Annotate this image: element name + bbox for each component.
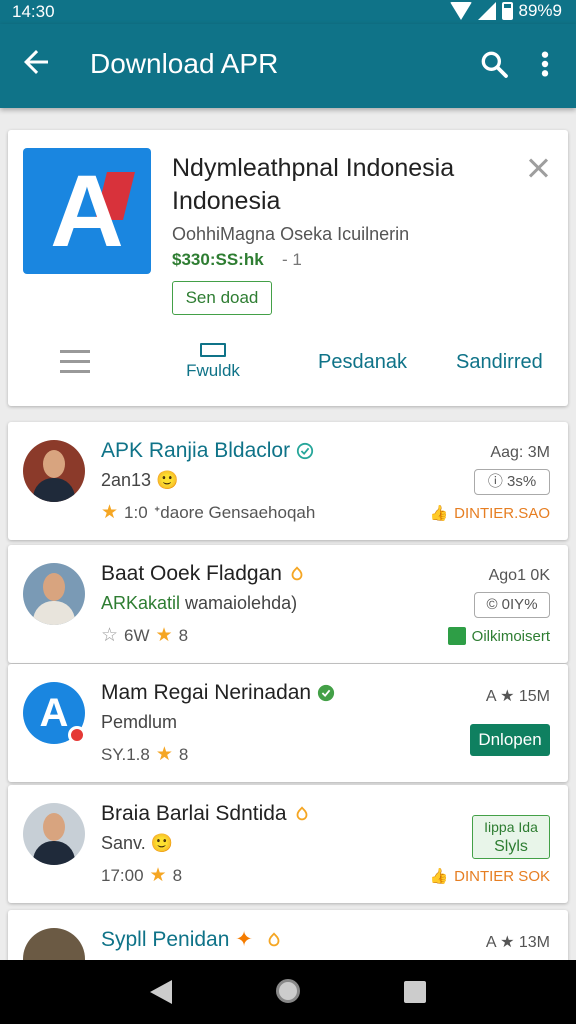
item-title: Braia Barlai Sdntida [101, 802, 311, 826]
item-subtitle: 2an13 🙂 [101, 470, 179, 490]
check-box-icon [447, 627, 466, 645]
star-icon: ★ [155, 625, 173, 646]
nav-recents-icon[interactable] [404, 981, 426, 1003]
verified-icon [296, 443, 314, 460]
search-icon[interactable] [478, 48, 510, 80]
status-bar: 14:30 89%9 [0, 0, 576, 24]
sparkle-icon: ✦ [235, 928, 253, 951]
battery-icon [501, 2, 513, 20]
menu-icon[interactable] [60, 350, 90, 376]
thumb-icon: 👍 [429, 505, 449, 522]
app-logo-icon: A [23, 148, 151, 274]
avatar [23, 563, 85, 625]
item-meta: ☆ 6W ★ 8 [101, 625, 189, 646]
star-outline-icon: ☆ [101, 625, 119, 646]
avatar: A [23, 682, 86, 744]
percent-badge: ⓘ 3s% [474, 469, 550, 495]
nav-home-icon[interactable] [276, 979, 300, 1003]
item-size: A ★ 13M [485, 934, 550, 951]
page-title: Download APR [90, 48, 279, 79]
item-action[interactable]: 👍 DINTIER SOK [429, 867, 550, 886]
star-icon: ★ [149, 865, 167, 886]
app-name: Ndymleathpnal Indonesia Indonesia [172, 154, 455, 215]
tab-document-label: Fwuldk [186, 361, 240, 380]
item-meta: SY.1.8 ★ 8 [101, 744, 189, 765]
app-price-suffix: - 1 [282, 250, 302, 269]
send-download-button[interactable]: Sen doad [172, 281, 272, 315]
emoji-icon: 🙂 [156, 470, 179, 490]
list-item[interactable]: APK Ranjia Bldaclor 2an13 🙂 ★ 1:0 ᐩdaore… [8, 422, 568, 540]
list-item[interactable]: Braia Barlai Sdntida Sanv. 🙂 17:00 ★ 8 I… [8, 785, 568, 903]
item-subtitle: Sanv. 🙂 [101, 833, 174, 853]
verified-icon [318, 685, 335, 702]
pair-button[interactable]: Iippa Ida Slyls [472, 815, 550, 859]
avatar [23, 803, 85, 865]
item-size: Ago1 0K [488, 567, 550, 584]
star-icon: ★ [101, 502, 119, 523]
document-icon [200, 343, 226, 357]
verified-icon [268, 932, 280, 947]
item-title: Baat Ooek Fladgan [101, 562, 306, 586]
item-title: Mam Regai Nerinadan [101, 681, 335, 705]
emoji-icon: 🙂 [150, 833, 174, 853]
notification-dot-icon [68, 726, 86, 744]
back-arrow-icon[interactable] [18, 44, 54, 80]
tab-sandirred[interactable]: Sandirred [456, 351, 543, 374]
item-action[interactable]: 👍 DINTIER.SAO [429, 504, 550, 523]
item-size: Aag: 3M [490, 444, 550, 461]
app-detail-card: A Ndymleathpnal Indonesia Indonesia Oohh… [8, 130, 568, 406]
item-meta: 17:00 ★ 8 [101, 865, 183, 886]
star-icon: ★ [155, 744, 173, 765]
percent-badge: © 0IY% [474, 592, 550, 618]
more-vert-icon[interactable] [534, 48, 556, 80]
tab-document[interactable]: Fwuldk [178, 343, 248, 391]
status-icons: 89%9 [449, 1, 562, 21]
avatar [23, 440, 85, 502]
verified-icon [291, 566, 303, 581]
item-subtitle: ARKakatil wamaiolehda) [101, 593, 298, 613]
list-item[interactable]: A Mam Regai Nerinadan Pemdlum SY.1.8 ★ 8… [8, 664, 568, 782]
close-icon[interactable] [526, 156, 550, 180]
wifi-icon [449, 2, 472, 20]
thumb-icon: 👍 [429, 868, 449, 885]
list-item[interactable]: Baat Ooek Fladgan ARKakatil wamaiolehda)… [8, 545, 568, 663]
system-nav-bar [0, 960, 576, 1024]
nav-back-icon[interactable] [150, 980, 172, 1004]
open-button[interactable]: Dnlopen [470, 724, 550, 756]
item-meta: ★ 1:0 ᐩdaore Gensaehoqah [101, 502, 316, 523]
item-size: A ★ 15M [485, 688, 550, 705]
item-action[interactable]: Oilkimoisert [447, 627, 550, 645]
verified-icon [296, 806, 308, 821]
battery-text: 89%9 [518, 1, 562, 20]
item-subtitle: Pemdlum [101, 712, 178, 732]
app-bar: Download APR [0, 24, 576, 108]
signal-icon [477, 2, 496, 20]
item-title: Sypll Penidan ✦ [101, 927, 283, 952]
tab-pesdanak[interactable]: Pesdanak [318, 351, 407, 374]
item-title: APK Ranjia Bldaclor [101, 439, 314, 463]
app-price: $330:SS:hk [172, 250, 264, 269]
app-developer: OohhiMagna Oseka Icuilnerin [172, 224, 410, 244]
status-time: 14:30 [12, 2, 55, 21]
detail-tabs: Fwuldk Pesdanak Sandirred [8, 335, 568, 395]
